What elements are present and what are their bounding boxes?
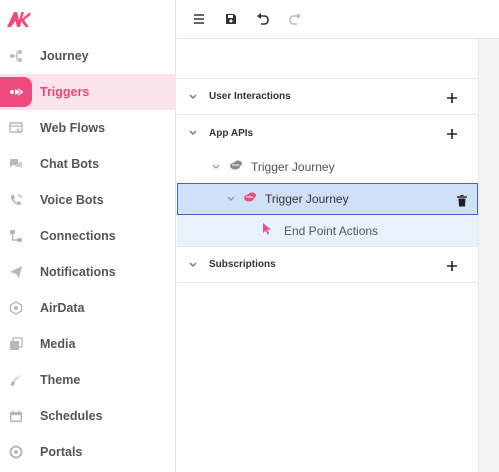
sidebar-item-label: Connections (40, 229, 116, 243)
api-group-icon (229, 158, 243, 176)
tree-node-label: Trigger Journey (265, 192, 349, 206)
triggers-icon (9, 85, 23, 99)
toolbar (177, 0, 499, 39)
undo-icon (257, 13, 269, 25)
sidebar-item-label: Theme (40, 373, 81, 387)
connections-icon (9, 229, 23, 243)
app-logo[interactable] (6, 9, 32, 29)
sidebar-item-label: Notifications (40, 265, 116, 279)
redo-icon (289, 13, 301, 25)
sidebar-item-label: Journey (40, 49, 89, 63)
sidebar-item-label: Web Flows (40, 121, 106, 135)
sidebar-item-airdata[interactable]: AirData (0, 290, 176, 326)
sidebar-item-notifications[interactable]: Notifications (0, 254, 176, 290)
chevron-down-icon[interactable] (226, 194, 236, 204)
sidebar-item-triggers[interactable]: Triggers (0, 74, 176, 110)
tree-node-label: Trigger Journey (251, 160, 335, 174)
media-icon (9, 337, 23, 351)
sidebar-nav: Journey Triggers Web Flows Chat Bots Voi… (0, 38, 176, 470)
sidebar: Journey Triggers Web Flows Chat Bots Voi… (0, 0, 176, 472)
theme-icon (9, 373, 23, 387)
section-title: Subscriptions (209, 259, 276, 270)
portals-icon (9, 445, 23, 459)
cursor-icon (262, 222, 272, 240)
add-icon[interactable] (446, 259, 458, 271)
sidebar-item-web-flows[interactable]: Web Flows (0, 110, 176, 146)
add-icon[interactable] (446, 127, 458, 139)
sidebar-item-schedules[interactable]: Schedules (0, 398, 176, 434)
section-subscriptions[interactable]: Subscriptions (177, 247, 478, 283)
notifications-icon (9, 265, 23, 279)
sidebar-item-label: Schedules (40, 409, 103, 423)
sidebar-item-chat-bots[interactable]: Chat Bots (0, 146, 176, 182)
panel-header (177, 39, 478, 79)
sidebar-item-media[interactable]: Media (0, 326, 176, 362)
trigger-icon (243, 190, 257, 208)
sidebar-item-voice-bots[interactable]: Voice Bots (0, 182, 176, 218)
section-title: App APIs (209, 127, 254, 139)
tree-node-trigger-journey[interactable]: Trigger Journey (177, 183, 478, 215)
right-rail (478, 39, 499, 472)
save-icon (226, 14, 236, 24)
section-user-interactions[interactable]: User Interactions (177, 79, 478, 115)
chevron-down-icon[interactable] (211, 162, 221, 172)
web-flows-icon (9, 121, 23, 135)
menu-button[interactable] (191, 11, 207, 27)
sidebar-item-label: Portals (40, 445, 83, 459)
sidebar-item-label: Chat Bots (40, 157, 100, 171)
save-button[interactable] (223, 11, 239, 27)
section-app-apis[interactable]: App APIs (177, 115, 478, 151)
sidebar-item-portals[interactable]: Portals (0, 434, 176, 470)
sidebar-item-label: Media (40, 337, 76, 351)
sidebar-item-theme[interactable]: Theme (0, 362, 176, 398)
menu-icon (194, 14, 204, 24)
tree-node-end-point-actions[interactable]: End Point Actions (177, 215, 478, 247)
sidebar-item-connections[interactable]: Connections (0, 218, 176, 254)
voice-bots-icon (9, 193, 23, 207)
sidebar-item-journey[interactable]: Journey (0, 38, 176, 74)
redo-button[interactable] (287, 11, 303, 27)
schedules-icon (9, 409, 23, 423)
tree-panel: User Interactions App APIs Trigger Journ… (177, 39, 478, 472)
sidebar-item-label: AirData (40, 301, 85, 315)
tree-node-label: End Point Actions (284, 223, 379, 238)
add-icon[interactable] (446, 91, 458, 103)
journey-icon (9, 49, 23, 63)
chat-bots-icon (9, 157, 23, 171)
chevron-down-icon[interactable] (188, 260, 198, 270)
sidebar-item-label: Triggers (40, 85, 90, 99)
chevron-down-icon[interactable] (188, 128, 198, 138)
airdata-icon (9, 301, 23, 315)
tree-node-trigger-journey-group[interactable]: Trigger Journey (177, 151, 478, 183)
undo-button[interactable] (255, 11, 271, 27)
section-title: User Interactions (209, 91, 291, 102)
trash-icon[interactable] (457, 194, 467, 207)
sidebar-item-label: Voice Bots (40, 193, 104, 207)
chevron-down-icon[interactable] (188, 92, 198, 102)
